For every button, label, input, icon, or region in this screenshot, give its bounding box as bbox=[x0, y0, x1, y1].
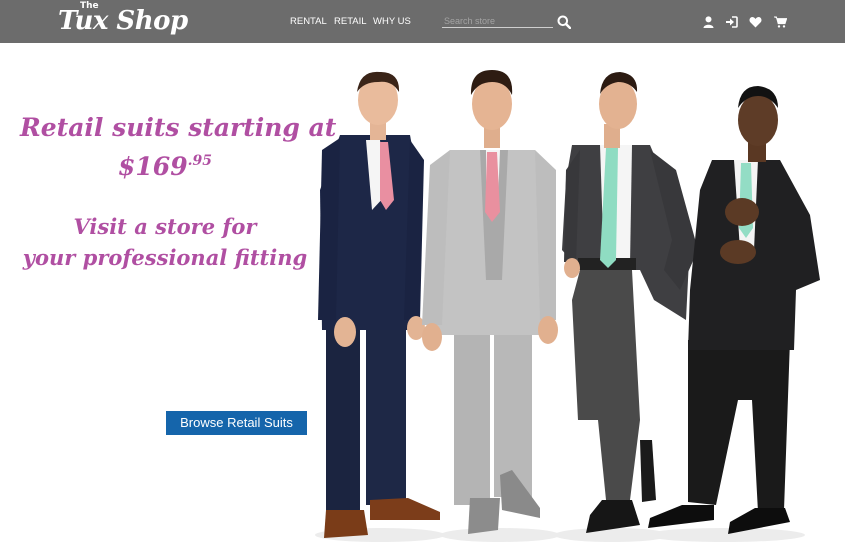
search-icon[interactable] bbox=[557, 15, 571, 29]
logo-main-text: Tux Shop bbox=[58, 6, 188, 36]
hero-subline-2: your professional fitting bbox=[22, 245, 308, 270]
site-header: The Tux Shop RENTAL RETAIL WHY US bbox=[0, 0, 845, 43]
browse-retail-suits-button[interactable]: Browse Retail Suits bbox=[166, 411, 307, 435]
price-cents: .95 bbox=[187, 153, 212, 169]
user-icon[interactable] bbox=[703, 16, 714, 28]
hero-price: $169.95 bbox=[20, 144, 310, 184]
nav-why-us[interactable]: WHY US bbox=[373, 16, 411, 28]
search-input[interactable] bbox=[442, 14, 553, 28]
price-dollars: $169 bbox=[118, 152, 188, 181]
nav-rental[interactable]: RENTAL bbox=[290, 16, 327, 28]
sign-in-icon[interactable] bbox=[725, 16, 738, 28]
logo[interactable]: The Tux Shop bbox=[58, 0, 188, 43]
cart-icon[interactable] bbox=[774, 16, 787, 28]
suit-models-photo bbox=[315, 70, 820, 542]
nav-retail[interactable]: RETAIL bbox=[334, 16, 367, 28]
heart-icon[interactable] bbox=[749, 16, 762, 28]
model-navy-suit bbox=[318, 71, 440, 538]
model-gray-suit bbox=[422, 70, 558, 534]
hero-headline: Retail suits starting at bbox=[20, 113, 337, 142]
model-charcoal-suit bbox=[562, 72, 698, 533]
hero-subline-1: Visit a store for bbox=[73, 214, 257, 239]
